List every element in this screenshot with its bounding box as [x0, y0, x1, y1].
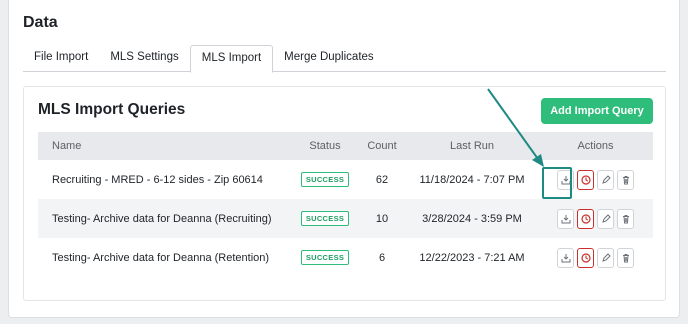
query-name: Testing- Archive data for Deanna (Retent… — [52, 251, 270, 264]
query-count: 10 — [375, 212, 389, 225]
delete-button[interactable] — [617, 169, 634, 190]
queries-table: Name Status Count Last Run Actions Recru… — [38, 132, 653, 277]
query-last-run: 3/28/2024 - 3:59 PM — [422, 212, 522, 225]
add-import-query-button[interactable]: Add Import Query — [541, 98, 653, 124]
edit-button[interactable] — [597, 247, 614, 268]
status-badge: SUCCESS — [300, 211, 350, 226]
trash-icon — [622, 253, 629, 262]
import-tray-icon — [561, 253, 570, 262]
query-last-run: 11/18/2024 - 7:07 PM — [419, 173, 525, 186]
clock-icon — [580, 213, 591, 224]
history-button[interactable] — [577, 169, 594, 190]
status-badge: SUCCESS — [300, 172, 350, 187]
query-name: Recruiting - MRED - 6-12 sides - Zip 606… — [52, 173, 263, 186]
clock-icon — [580, 252, 591, 263]
import-tray-icon — [561, 214, 570, 223]
header-status: Status — [309, 140, 341, 152]
tab-file-import[interactable]: File Import — [23, 45, 99, 72]
header-name: Name — [52, 140, 82, 152]
table-row: Testing- Archive data for Deanna (Recrui… — [38, 199, 653, 238]
history-button[interactable] — [577, 208, 594, 229]
header-actions: Actions — [577, 140, 614, 152]
import-button[interactable] — [557, 208, 574, 229]
page-title: Data — [23, 14, 58, 31]
row-actions — [538, 208, 653, 229]
delete-button[interactable] — [617, 208, 634, 229]
data-panel: Data File Import MLS Settings MLS Import… — [8, 0, 680, 318]
delete-button[interactable] — [617, 247, 634, 268]
tab-mls-import[interactable]: MLS Import — [189, 45, 274, 73]
history-button[interactable] — [577, 247, 594, 268]
pencil-icon — [601, 213, 611, 223]
status-badge: SUCCESS — [300, 250, 350, 265]
trash-icon — [622, 214, 629, 223]
tab-merge-duplicates[interactable]: Merge Duplicates — [273, 45, 384, 72]
edit-button[interactable] — [597, 169, 614, 190]
trash-icon — [622, 175, 629, 184]
row-actions — [538, 247, 653, 268]
table-row: Testing- Archive data for Deanna (Retent… — [38, 238, 653, 277]
table-header-row: Name Status Count Last Run Actions — [38, 132, 653, 160]
edit-button[interactable] — [597, 208, 614, 229]
import-button[interactable] — [557, 247, 574, 268]
query-count: 62 — [375, 173, 389, 186]
header-count: Count — [367, 140, 397, 152]
pencil-icon — [601, 174, 611, 184]
query-name: Testing- Archive data for Deanna (Recrui… — [52, 212, 272, 225]
section-title: MLS Import Queries — [38, 101, 186, 118]
header-last-run: Last Run — [449, 140, 495, 152]
query-last-run: 12/22/2023 - 7:21 AM — [419, 251, 525, 264]
query-count: 6 — [378, 251, 386, 264]
annotation-highlight-box — [542, 167, 572, 199]
clock-icon — [580, 174, 591, 185]
tab-mls-settings[interactable]: MLS Settings — [99, 45, 189, 72]
pencil-icon — [601, 252, 611, 262]
tab-bar: File Import MLS Settings MLS Import Merg… — [23, 45, 666, 73]
